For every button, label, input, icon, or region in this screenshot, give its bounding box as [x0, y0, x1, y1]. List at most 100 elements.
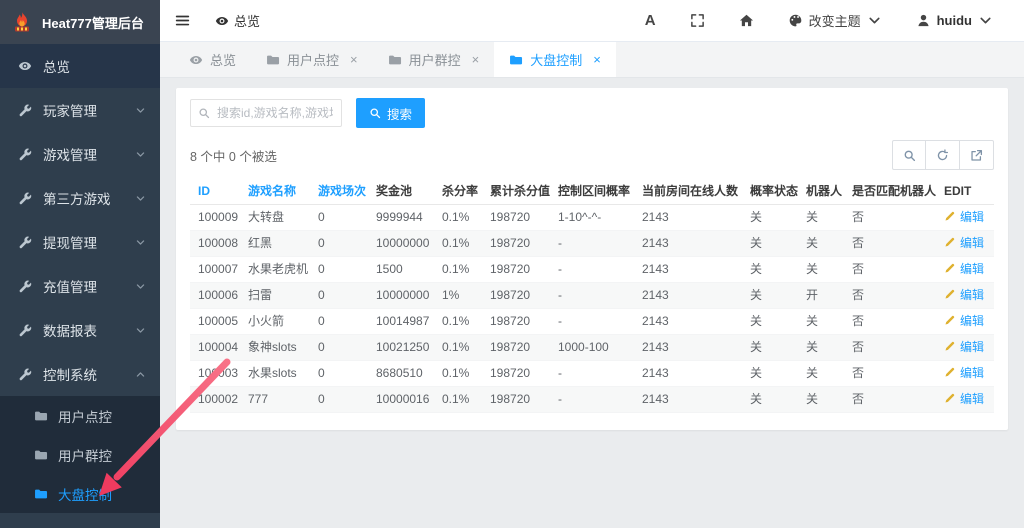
- search-input[interactable]: [190, 99, 342, 127]
- cell: 198720: [482, 387, 550, 413]
- cell: 0.1%: [434, 205, 482, 231]
- column-header[interactable]: 游戏名称: [240, 178, 310, 205]
- cell: 0: [310, 257, 368, 283]
- chevron-down-icon: [135, 325, 146, 336]
- font-a-icon: A: [645, 12, 656, 29]
- column-header: 概率状态: [742, 178, 798, 205]
- cell: 象神slots: [240, 335, 310, 361]
- close-icon[interactable]: ×: [350, 52, 358, 67]
- home-icon: [739, 13, 754, 28]
- table-row: 100008红黑0100000000.1%198720-2143关关否编辑: [190, 231, 994, 257]
- sidebar-item-label: 玩家管理: [43, 100, 97, 120]
- edit-link[interactable]: 编辑: [960, 392, 984, 406]
- folder-icon: [388, 53, 402, 67]
- cell: 关: [742, 283, 798, 309]
- sidebar-item-dashboard-control[interactable]: 大盘控制: [0, 474, 160, 513]
- chevron-down-icon: [867, 13, 882, 28]
- cell: 否: [844, 283, 936, 309]
- wrench-icon: [18, 103, 32, 117]
- wrench-icon: [18, 279, 32, 293]
- sidebar: Heat777管理后台 总览玩家管理游戏管理第三方游戏提现管理充值管理数据报表控…: [0, 0, 160, 528]
- cell: 0: [310, 361, 368, 387]
- chevron-down-icon: [135, 149, 146, 160]
- sidebar-item-data-reports[interactable]: 数据报表: [0, 308, 160, 352]
- cell: 2143: [634, 231, 742, 257]
- cell: 0: [310, 335, 368, 361]
- tab-user-point-control[interactable]: 用户点控×: [251, 42, 373, 77]
- sidebar-item-game-management[interactable]: 游戏管理: [0, 132, 160, 176]
- cell: 198720: [482, 283, 550, 309]
- sidebar-item-label: 游戏管理: [43, 144, 97, 164]
- cell: 100007: [190, 257, 240, 283]
- sidebar-item-user-point-control[interactable]: 用户点控: [0, 396, 160, 435]
- cell: 0.1%: [434, 335, 482, 361]
- cell: 1-10^-^-: [550, 205, 634, 231]
- main-area: 总览 A 改变主题 huidu 总览用户点控×用户群控×大盘控: [160, 0, 1024, 528]
- selection-summary: 8 个中 0 个被选: [190, 146, 277, 165]
- fullscreen-icon: [690, 13, 705, 28]
- flame-logo-icon: [10, 10, 34, 34]
- sidebar-item-overview[interactable]: 总览: [0, 44, 160, 88]
- logo-bar: Heat777管理后台: [0, 0, 160, 44]
- sidebar-item-label: 用户群控: [58, 445, 112, 465]
- sidebar-item-third-party-games[interactable]: 第三方游戏: [0, 176, 160, 220]
- cell: 红黑: [240, 231, 310, 257]
- refresh-icon: [936, 149, 949, 162]
- edit-link[interactable]: 编辑: [960, 340, 984, 354]
- wrench-icon: [18, 147, 32, 161]
- font-size-button[interactable]: A: [628, 12, 673, 29]
- column-header[interactable]: ID: [190, 178, 240, 205]
- sidebar-item-control-system[interactable]: 控制系统: [0, 352, 160, 396]
- column-header: 杀分率: [434, 178, 482, 205]
- close-icon[interactable]: ×: [472, 52, 480, 67]
- pencil-icon: [944, 262, 956, 274]
- theme-dropdown[interactable]: 改变主题: [771, 11, 899, 30]
- user-dropdown[interactable]: huidu: [899, 13, 1010, 28]
- cell: -: [550, 283, 634, 309]
- chevron-down-icon: [135, 281, 146, 292]
- cell: 否: [844, 231, 936, 257]
- pencil-icon: [944, 236, 956, 248]
- sidebar-item-player-management[interactable]: 玩家管理: [0, 88, 160, 132]
- cell: 10021250: [368, 335, 434, 361]
- edit-link[interactable]: 编辑: [960, 314, 984, 328]
- cell: 关: [798, 309, 844, 335]
- edit-link[interactable]: 编辑: [960, 262, 984, 276]
- column-header: EDIT: [936, 178, 994, 205]
- edit-link[interactable]: 编辑: [960, 288, 984, 302]
- fullscreen-button[interactable]: [673, 13, 722, 28]
- tab-dashboard-control[interactable]: 大盘控制 ×: [494, 42, 616, 77]
- column-header[interactable]: 游戏场次: [310, 178, 368, 205]
- pencil-icon: [944, 340, 956, 352]
- sidebar-item-label: 控制系统: [43, 364, 97, 384]
- tab-label: 大盘控制: [530, 50, 582, 69]
- table-search-button[interactable]: [892, 140, 926, 170]
- breadcrumb[interactable]: 总览: [215, 11, 260, 30]
- eye-icon: [189, 53, 203, 67]
- search-icon: [198, 107, 210, 119]
- folder-icon: [34, 448, 48, 462]
- cell: 0: [310, 283, 368, 309]
- topbar: 总览 A 改变主题 huidu: [160, 0, 1024, 42]
- cell: 100009: [190, 205, 240, 231]
- home-button[interactable]: [722, 13, 771, 28]
- tab-overview[interactable]: 总览: [174, 42, 251, 77]
- edit-link[interactable]: 编辑: [960, 366, 984, 380]
- cell: 0.1%: [434, 387, 482, 413]
- table-refresh-button[interactable]: [926, 140, 960, 170]
- edit-link[interactable]: 编辑: [960, 236, 984, 250]
- sidebar-item-recharge-management[interactable]: 充值管理: [0, 264, 160, 308]
- search-button[interactable]: 搜索: [356, 98, 425, 128]
- table-export-button[interactable]: [960, 140, 994, 170]
- cell: 100004: [190, 335, 240, 361]
- tab-user-group-control[interactable]: 用户群控×: [373, 42, 495, 77]
- cell: -: [550, 387, 634, 413]
- cell: 777: [240, 387, 310, 413]
- hamburger-menu-icon[interactable]: [174, 12, 191, 29]
- edit-link[interactable]: 编辑: [960, 210, 984, 224]
- close-icon[interactable]: ×: [593, 52, 601, 67]
- sidebar-item-user-group-control[interactable]: 用户群控: [0, 435, 160, 474]
- folder-icon: [266, 53, 280, 67]
- folder-icon: [34, 487, 48, 501]
- sidebar-item-withdrawal-management[interactable]: 提现管理: [0, 220, 160, 264]
